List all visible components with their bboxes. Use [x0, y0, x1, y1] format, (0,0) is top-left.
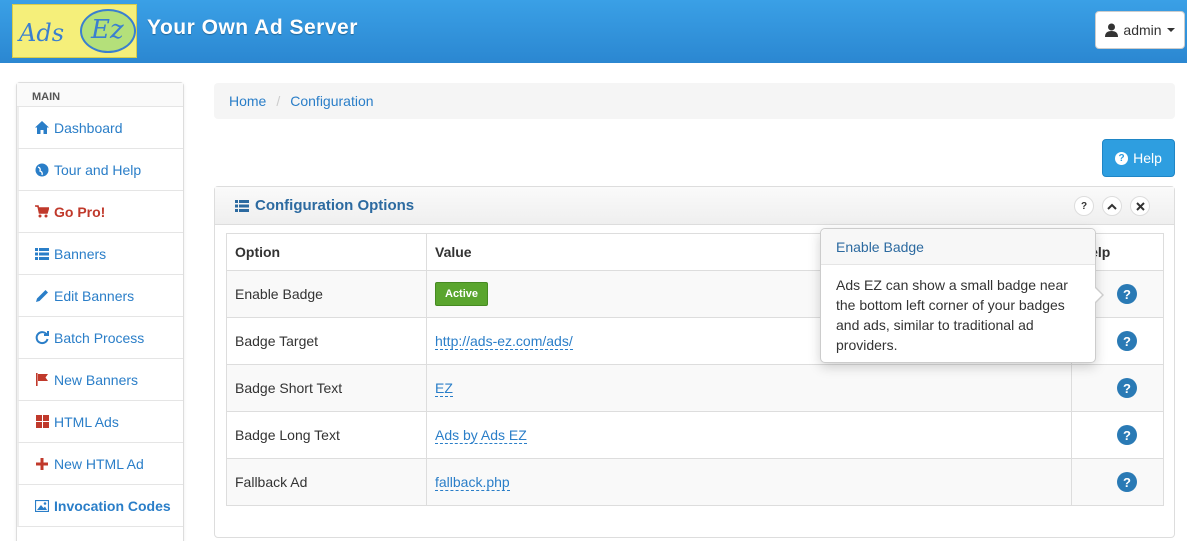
user-name: admin [1123, 22, 1162, 38]
sidebar-item-label: Batch Process [54, 329, 145, 346]
option-name: Badge Target [226, 317, 427, 365]
help-button-label: Help [1133, 150, 1162, 166]
option-value-cell: fallback.php [426, 458, 1072, 506]
help-cell: ? [1071, 364, 1164, 412]
help-button[interactable]: ? Help [1102, 139, 1175, 177]
breadcrumb: Home / Configuration [214, 83, 1175, 119]
help-popover: Enable Badge Ads EZ can show a small bad… [820, 228, 1104, 363]
sidebar-item-invocation-codes[interactable]: Invocation Codes [17, 485, 183, 527]
popover-arrow [1094, 286, 1104, 304]
chevron-down-icon [1166, 28, 1175, 32]
cart-icon [35, 205, 49, 219]
list-icon [35, 247, 49, 261]
sidebar-item-tour-and-help[interactable]: Tour and Help [17, 149, 183, 191]
sidebar: MAIN Dashboard Tour and Help Go Pro! Ban… [16, 82, 184, 541]
user-icon [1105, 23, 1119, 37]
sidebar-item-label: Invocation Codes [54, 497, 171, 514]
option-name: Fallback Ad [226, 458, 427, 506]
editable-value-link[interactable]: Ads by Ads EZ [435, 427, 527, 444]
sidebar-item-label: Banners [54, 245, 107, 262]
sidebar-item-label: HTML Ads [54, 413, 119, 430]
help-cell: ? [1071, 411, 1164, 459]
top-navbar: Ads Ez Your Own Ad Server admin [0, 0, 1187, 63]
popover-title: Enable Badge [821, 229, 1095, 265]
sidebar-item-html-ads[interactable]: HTML Ads [17, 401, 183, 443]
home-icon [35, 121, 49, 135]
table-row: Badge Short Text EZ ? [226, 364, 1164, 412]
logo-text-ads: Ads [19, 19, 65, 47]
option-name: Enable Badge [226, 270, 427, 318]
editable-value-link[interactable]: http://ads-ez.com/ads/ [435, 333, 573, 350]
plus-icon [35, 457, 49, 471]
help-cell: ? [1071, 458, 1164, 506]
question-circle-icon[interactable]: ? [1117, 331, 1137, 351]
option-name: Badge Long Text [226, 411, 427, 459]
active-badge[interactable]: Active [435, 282, 489, 306]
list-icon [235, 199, 249, 212]
sidebar-item-edit-banners[interactable]: Edit Banners [17, 275, 183, 317]
ads-ez-logo[interactable]: Ads Ez [12, 4, 137, 58]
question-circle-icon: ? [1115, 151, 1129, 165]
user-menu-button[interactable]: admin [1095, 11, 1185, 49]
panel-collapse-icon[interactable] [1102, 196, 1122, 216]
sidebar-item-label: New HTML Ad [54, 455, 144, 472]
question-circle-icon[interactable]: ? [1117, 378, 1137, 398]
grid-icon [35, 415, 49, 429]
breadcrumb-home[interactable]: Home [229, 93, 266, 109]
sidebar-item-label: Tour and Help [54, 161, 142, 178]
picture-icon [35, 499, 49, 513]
breadcrumb-separator: / [276, 93, 281, 109]
sidebar-item-label: Dashboard [54, 119, 123, 136]
editable-value-link[interactable]: fallback.php [435, 474, 510, 491]
panel-help-icon[interactable]: ? [1074, 196, 1094, 216]
brand-title[interactable]: Your Own Ad Server [147, 16, 358, 40]
panel-close-icon[interactable] [1130, 196, 1150, 216]
sidebar-item-label: Edit Banners [54, 287, 135, 304]
sidebar-item-label: Go Pro! [54, 203, 106, 220]
sidebar-item-batch-process[interactable]: Batch Process [17, 317, 183, 359]
sidebar-item-banners[interactable]: Banners [17, 233, 183, 275]
question-circle-icon[interactable]: ? [1117, 284, 1137, 304]
pencil-icon [35, 289, 49, 303]
flag-icon [35, 373, 49, 387]
sidebar-heading: MAIN [17, 83, 183, 107]
globe-icon [35, 163, 49, 177]
panel-tools: ? [1074, 196, 1150, 216]
panel-header: Configuration Options [215, 187, 1174, 225]
sidebar-item-new-html-ad[interactable]: New HTML Ad [17, 443, 183, 485]
panel-title: Configuration Options [255, 197, 415, 214]
option-value-cell: Ads by Ads EZ [426, 411, 1072, 459]
table-row: Fallback Ad fallback.php ? [226, 458, 1164, 506]
popover-body: Ads EZ can show a small badge near the b… [836, 277, 1068, 353]
editable-value-link[interactable]: EZ [435, 380, 453, 397]
option-name: Badge Short Text [226, 364, 427, 412]
sidebar-item-dashboard[interactable]: Dashboard [17, 107, 183, 149]
column-header-option: Option [226, 233, 427, 271]
breadcrumb-configuration[interactable]: Configuration [290, 93, 373, 109]
table-row: Badge Long Text Ads by Ads EZ ? [226, 411, 1164, 459]
refresh-icon [35, 330, 49, 345]
logo-text-ez: Ez [91, 15, 124, 45]
question-circle-icon[interactable]: ? [1117, 472, 1137, 492]
sidebar-item-new-banners[interactable]: New Banners [17, 359, 183, 401]
option-value-cell: EZ [426, 364, 1072, 412]
sidebar-item-label: New Banners [54, 371, 139, 388]
question-circle-icon[interactable]: ? [1117, 425, 1137, 445]
sidebar-item-go-pro[interactable]: Go Pro! [17, 191, 183, 233]
